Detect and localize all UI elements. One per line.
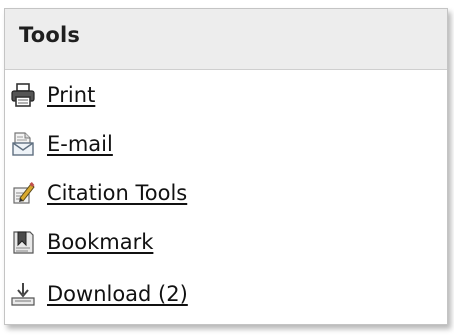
printer-icon — [8, 80, 38, 110]
email-icon — [8, 129, 38, 159]
download-icon — [8, 279, 38, 309]
tool-label-bookmark[interactable]: Bookmark — [47, 230, 153, 254]
tool-item-email[interactable]: E-mail — [8, 127, 113, 161]
tool-label-email[interactable]: E-mail — [47, 132, 113, 156]
tools-panel-header: Tools — [5, 9, 447, 70]
tool-item-print[interactable]: Print — [8, 78, 95, 112]
tool-label-citation-tools[interactable]: Citation Tools — [47, 181, 187, 205]
tool-item-citation-tools[interactable]: Citation Tools — [8, 176, 187, 210]
tool-item-bookmark[interactable]: Bookmark — [8, 225, 153, 259]
citation-pencil-icon — [8, 178, 38, 208]
panel-title: Tools — [19, 23, 81, 47]
tool-label-download[interactable]: Download (2) — [47, 282, 188, 306]
bookmark-icon — [8, 227, 38, 257]
tool-item-download[interactable]: Download (2) — [8, 277, 188, 311]
tool-label-print[interactable]: Print — [47, 83, 95, 107]
